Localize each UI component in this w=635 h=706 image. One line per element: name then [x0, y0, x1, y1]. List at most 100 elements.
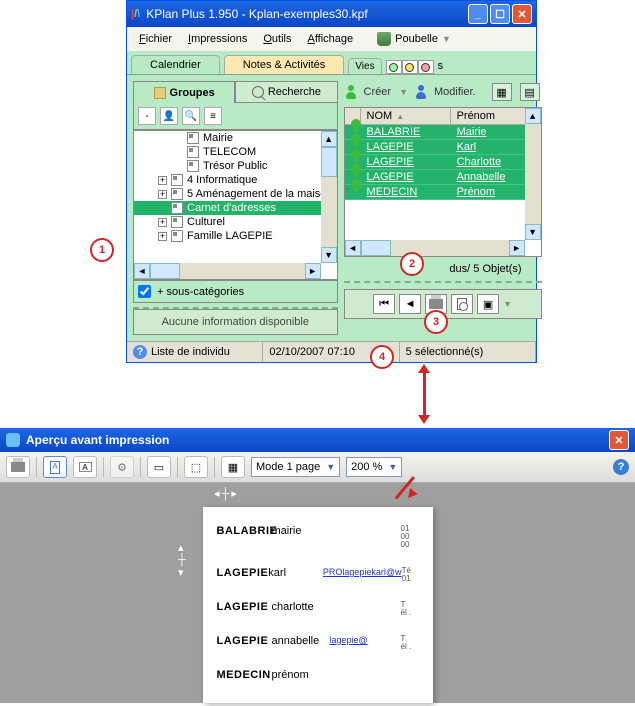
minimize-button[interactable]: _	[468, 4, 488, 24]
entry-link[interactable]	[330, 669, 401, 681]
kplan-main-window: |/\ KPlan Plus 1.950 - Kplan-exemples30.…	[126, 0, 537, 363]
filter-red-button[interactable]	[418, 60, 434, 74]
card-view-icon[interactable]: ▤	[520, 83, 540, 101]
tree-node[interactable]: +Culturel	[134, 215, 337, 229]
expander-icon[interactable]: +	[158, 190, 167, 199]
entry-link[interactable]	[330, 601, 401, 617]
tab-vues[interactable]: Vies	[348, 58, 381, 74]
tree-scrollbar-vertical[interactable]: ▲ ▼	[321, 131, 337, 263]
preview-entry: LAGEPIEannabellelagepie@Tél .	[217, 635, 419, 651]
maximize-button[interactable]: ☐	[490, 4, 510, 24]
preview-canvas[interactable]: ◂┼▸ ▴┼▾ BALABRIEmairie010000LAGEPIEkarlP…	[0, 483, 635, 703]
tree-node[interactable]: Carnet d'adresses	[134, 201, 337, 215]
scroll-thumb-h[interactable]	[361, 240, 391, 256]
scroll-left-button[interactable]: ◄	[134, 263, 150, 279]
entry-link[interactable]: PROlagepiekarl@w	[323, 567, 402, 583]
scroll-right-button[interactable]: ►	[509, 240, 525, 256]
menu-impressions[interactable]: Impressions	[182, 31, 253, 47]
expander-icon[interactable]: +	[158, 176, 167, 185]
tree-node[interactable]: +Famille LAGEPIE	[134, 229, 337, 243]
menu-bar: Fichier Impressions Outils Affichage Pou…	[127, 27, 536, 51]
help-button[interactable]: ?	[613, 459, 629, 475]
expander-icon[interactable]: +	[158, 218, 167, 227]
col-nom[interactable]: NOM▲	[361, 108, 451, 124]
scroll-up-button[interactable]: ▲	[525, 108, 541, 124]
entry-link[interactable]: lagepie@	[330, 635, 401, 651]
tree-scrollbar-horizontal[interactable]: ◄ ►	[134, 263, 321, 279]
orientation-portrait-button[interactable]: A	[43, 456, 67, 478]
tree-tool-find-icon[interactable]: 🔍	[182, 107, 200, 125]
table-row[interactable]: BALABRIEMairie	[345, 125, 541, 140]
nav-prev-button[interactable]: ◄	[399, 294, 421, 314]
print-preview-button[interactable]	[451, 294, 473, 314]
chevron-down-icon[interactable]: ▼	[503, 299, 512, 309]
selection-count: dus/ 5 Objet(s)	[344, 261, 542, 277]
nav-first-button[interactable]: ⏮	[373, 294, 395, 314]
grid-view-icon[interactable]: ▦	[492, 83, 512, 101]
menu-outils[interactable]: Outils	[257, 31, 297, 47]
tree-node[interactable]: Mairie	[134, 131, 337, 145]
filter-green-button[interactable]	[386, 60, 402, 74]
scroll-up-button[interactable]: ▲	[321, 131, 337, 147]
table-row[interactable]: LAGEPIEAnnabelle	[345, 170, 541, 185]
preview-titlebar[interactable]: Aperçu avant impression ✕	[0, 428, 635, 452]
tree-node[interactable]: +4 Informatique	[134, 173, 337, 187]
close-button[interactable]: ✕	[512, 4, 532, 24]
modify-button[interactable]: Modifier.	[434, 86, 476, 98]
tab-calendrier[interactable]: Calendrier	[131, 55, 220, 74]
tree-node[interactable]: +5 Aménagement de la maison	[134, 187, 337, 201]
margin-handle-top[interactable]: ◂┼▸	[214, 487, 239, 500]
panel-tab-recherche[interactable]: Recherche	[235, 81, 337, 103]
help-icon[interactable]: ?	[133, 345, 147, 359]
scroll-right-button[interactable]: ►	[305, 263, 321, 279]
scroll-down-button[interactable]: ▼	[525, 224, 541, 240]
filter-yellow-button[interactable]	[402, 60, 418, 74]
node-icon	[187, 146, 199, 158]
contacts-grid[interactable]: NOM▲ Prénom BALABRIEMairieLAGEPIEKarlLAG…	[344, 107, 542, 257]
chevron-down-icon[interactable]: ▼	[399, 87, 408, 97]
zoom-select[interactable]: 200 % ▼	[346, 457, 402, 477]
table-row[interactable]: MEDECINPrénom	[345, 185, 541, 200]
preview-close-button[interactable]: ✕	[609, 430, 629, 450]
tab-notes-activites[interactable]: Notes & Activités	[224, 55, 345, 74]
orientation-landscape-button[interactable]: A	[73, 456, 97, 478]
create-button[interactable]: Créer	[364, 86, 392, 98]
scroll-down-button[interactable]: ▼	[321, 247, 337, 263]
settings-button[interactable]: ⚙	[110, 456, 134, 478]
menu-affichage[interactable]: Affichage	[301, 31, 359, 47]
priority-filter-group	[386, 60, 434, 74]
table-row[interactable]: LAGEPIEKarl	[345, 140, 541, 155]
entry-nom: BALABRIE	[217, 525, 272, 549]
table-row[interactable]: LAGEPIECharlotte	[345, 155, 541, 170]
export-button[interactable]: ▣	[477, 294, 499, 314]
scroll-thumb-v[interactable]	[321, 147, 337, 177]
expander-icon[interactable]: +	[158, 232, 167, 241]
tree-node[interactable]: TELECOM	[134, 145, 337, 159]
annotation-arrow-up	[423, 372, 426, 374]
groups-tree[interactable]: MairieTELECOMTrésor Public+4 Informatiqu…	[133, 130, 338, 280]
node-label: Mairie	[203, 132, 233, 144]
subcategories-toggle[interactable]: + sous-catégories	[133, 280, 338, 303]
grid-scrollbar-vertical[interactable]: ▲ ▼	[525, 108, 541, 240]
node-label: 4 Informatique	[187, 174, 257, 186]
print-button[interactable]	[6, 456, 30, 478]
multi-page-button[interactable]: ▦	[221, 456, 245, 478]
scroll-thumb-h[interactable]	[150, 263, 180, 279]
panel-tab-groupes[interactable]: Groupes	[133, 81, 235, 103]
page-mode-select[interactable]: Mode 1 page ▼	[251, 457, 340, 477]
entry-link[interactable]	[330, 525, 401, 549]
margin-handle-left[interactable]: ▴┼▾	[178, 541, 188, 579]
subcategories-checkbox[interactable]	[138, 285, 151, 298]
titlebar[interactable]: |/\ KPlan Plus 1.950 - Kplan-exemples30.…	[127, 1, 536, 27]
tree-tool-list-icon[interactable]: ≡	[204, 107, 222, 125]
preview-title: Aperçu avant impression	[26, 433, 609, 447]
scroll-left-button[interactable]: ◄	[345, 240, 361, 256]
tree-node[interactable]: Trésor Public	[134, 159, 337, 173]
menu-poubelle[interactable]: Poubelle ▼	[377, 31, 451, 47]
menu-fichier[interactable]: Fichier	[133, 31, 178, 47]
fit-width-button[interactable]: ⬚	[184, 456, 208, 478]
grid-scrollbar-horizontal[interactable]: ◄ ►	[345, 240, 525, 256]
tree-tool-1[interactable]: -	[138, 107, 156, 125]
tree-tool-person-icon[interactable]: 👤	[160, 107, 178, 125]
fit-page-button[interactable]: ▭	[147, 456, 171, 478]
